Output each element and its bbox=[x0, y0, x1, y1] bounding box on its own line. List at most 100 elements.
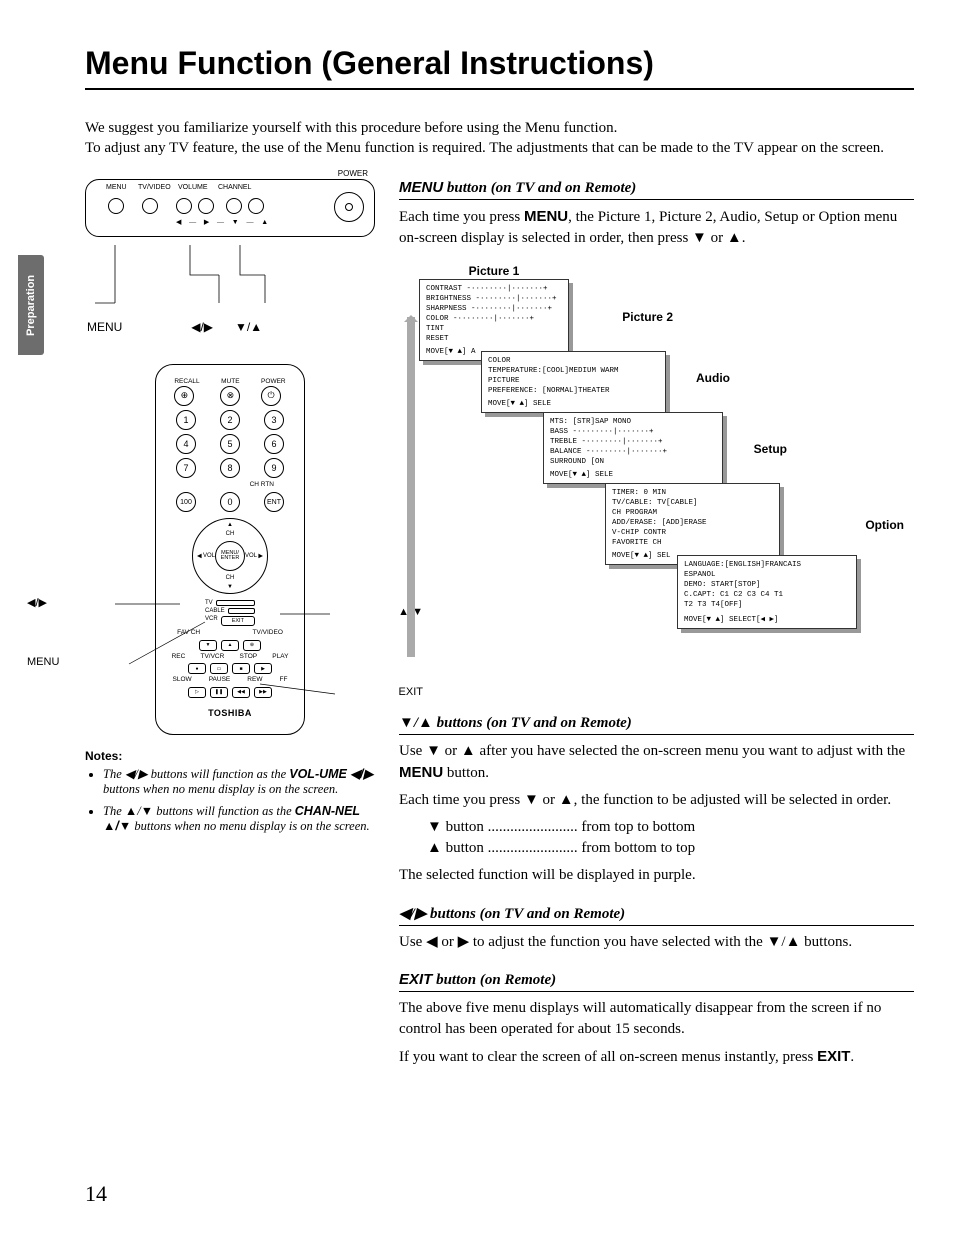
menu-picture2-title: Picture 2 bbox=[622, 310, 673, 324]
remote-num-1: 1 bbox=[176, 410, 196, 430]
remote-ff-icon: ▶▶ bbox=[254, 687, 272, 698]
menu-picture2: Picture 2 COLOR TEMPERATURE:[COOL]MEDIUM… bbox=[481, 351, 666, 414]
remote-ann-lr: ◀/▶ bbox=[27, 596, 47, 609]
audio-row1: BASS -········|·······+ bbox=[550, 427, 716, 437]
remote-tvvideo-icon: ⊕ bbox=[243, 640, 261, 651]
remote-lbl-recall: RECALL bbox=[174, 379, 199, 386]
remote-num-6: 6 bbox=[264, 434, 284, 454]
section-ud-list: ▼ button ........................ from t… bbox=[399, 817, 914, 859]
setup-row1: TV/CABLE: TV[CABLE] bbox=[612, 498, 773, 508]
remote-rew-icon: ◀◀ bbox=[232, 687, 250, 698]
option-foot: MOVE[▼ ▲] SELECT[◀ ▶] bbox=[684, 614, 850, 624]
audio-row2: TREBLE -········|·······+ bbox=[550, 437, 716, 447]
remote-slow-icon: ▷ bbox=[188, 687, 206, 698]
section-lr-heading: ◀/▶ buttons (on TV and on Remote) bbox=[399, 904, 914, 926]
remote-lbl-tvvcr: TV/VCR bbox=[200, 654, 224, 661]
tv-label-power: POWER bbox=[338, 169, 368, 178]
tv-label-tvvideo: TV/VIDEO bbox=[138, 184, 171, 191]
section-menu-para: Each time you press MENU, the Picture 1,… bbox=[399, 206, 914, 249]
remote-lbl-power: POWER bbox=[261, 379, 286, 386]
tv-leader-lines-icon bbox=[85, 245, 375, 315]
p2-row2: PICTURE bbox=[488, 376, 659, 386]
remote-lbl-favch: FAV CH bbox=[177, 630, 200, 637]
remote-btn-recall-icon: ⊕ bbox=[174, 386, 194, 406]
p1-row3: COLOR -········|·······+ bbox=[426, 314, 562, 324]
remote-num-0: 0 bbox=[220, 492, 240, 512]
option-row0: LANGUAGE:[ENGLISH]FRANCAIS bbox=[684, 560, 850, 570]
audio-row4: SURROUND [ON bbox=[550, 457, 716, 467]
intro-line2: To adjust any TV feature, the use of the… bbox=[85, 138, 914, 158]
remote-num-2: 2 bbox=[220, 410, 240, 430]
section-exit-p2: If you want to clear the screen of all o… bbox=[399, 1046, 914, 1068]
remote-stop-icon: ■ bbox=[232, 663, 250, 674]
remote-num-7: 7 bbox=[176, 458, 196, 478]
remote-pause-icon: ❚❚ bbox=[210, 687, 228, 698]
remote-fav-up-icon: ▲ bbox=[221, 640, 239, 651]
remote-tvvcr-icon: ▭ bbox=[210, 663, 228, 674]
tv-ann-menu: MENU bbox=[87, 320, 122, 334]
tv-annotations: MENU ◀/▶ ▼/▲ bbox=[85, 320, 375, 334]
p2-foot: MOVE[▼ ▲] SELE bbox=[488, 400, 659, 408]
tv-panel-diagram: MENU TV/VIDEO VOLUME CHANNEL POWER ◀ — ▶… bbox=[85, 179, 375, 237]
intro-line1: We suggest you familiarize yourself with… bbox=[85, 118, 914, 138]
setup-row2: CH PROGRAM bbox=[612, 508, 773, 518]
menu-option: Option LANGUAGE:[ENGLISH]FRANCAIS ESPANO… bbox=[677, 555, 857, 630]
tv-btn-tvvideo-icon bbox=[142, 198, 158, 214]
remote-slider-vcr: VCR bbox=[205, 616, 218, 626]
section-ud-p2: Each time you press ▼ or ▲, the function… bbox=[399, 790, 914, 811]
remote-num-5: 5 bbox=[220, 434, 240, 454]
page-number: 14 bbox=[85, 1181, 107, 1207]
menu-audio-title: Audio bbox=[696, 371, 730, 385]
section-ud-p1: Use ▼ or ▲ after you have selected the o… bbox=[399, 741, 914, 784]
remote-ann-menu: MENU bbox=[27, 656, 59, 668]
remote-num-8: 8 bbox=[220, 458, 240, 478]
p2-row1: TEMPERATURE:[COOL]MEDIUM WARM bbox=[488, 366, 659, 376]
remote-diagram: RECALL⊕ MUTE⊗ POWER⏻ 123 456 789 CH RTN … bbox=[155, 364, 305, 735]
page-title: Menu Function (General Instructions) bbox=[85, 45, 914, 90]
remote-slider-cable: CABLE bbox=[205, 608, 225, 614]
cascade-arrow-icon bbox=[407, 317, 415, 657]
remote-lbl-rew: REW bbox=[247, 677, 262, 684]
tv-label-channel: CHANNEL bbox=[218, 184, 251, 191]
tv-btn-vol-l-icon bbox=[176, 198, 192, 214]
p1-row1: BRIGHTNESS -········|·······+ bbox=[426, 294, 562, 304]
menu-picture1-title: Picture 1 bbox=[469, 264, 520, 278]
tv-btn-vol-r-icon bbox=[198, 198, 214, 214]
remote-btn-ent: ENT bbox=[264, 492, 284, 512]
audio-row3: BALANCE -········|·······+ bbox=[550, 447, 716, 457]
section-exit-p1: The above five menu displays will automa… bbox=[399, 998, 914, 1040]
remote-lbl-play: PLAY bbox=[272, 654, 288, 661]
p1-row4: TINT bbox=[426, 324, 562, 334]
option-row3: C.CAPT: C1 C2 C3 C4 T1 bbox=[684, 590, 850, 600]
remote-nav-ch-dn: CH bbox=[226, 575, 235, 581]
tv-label-volume: VOLUME bbox=[178, 184, 208, 191]
remote-btn-exit: EXIT bbox=[221, 616, 255, 626]
audio-row0: MTS: [STR]SAP MONO bbox=[550, 417, 716, 427]
notes: Notes: The ◀/▶ buttons will function as … bbox=[85, 749, 375, 836]
tv-btn-ch-u-icon bbox=[248, 198, 264, 214]
tv-power-button-icon bbox=[334, 192, 364, 222]
audio-foot: MOVE[▼ ▲] SELE bbox=[550, 471, 716, 479]
p2-row3: PREFERENCE: [NORMAL]THEATER bbox=[488, 386, 659, 396]
option-row4: T2 T3 T4[OFF] bbox=[684, 600, 850, 610]
section-ud-p3: The selected function will be displayed … bbox=[399, 865, 914, 886]
remote-lbl-ff: FF bbox=[280, 677, 288, 684]
menu-setup-title: Setup bbox=[754, 442, 787, 456]
remote-lbl-rec: REC bbox=[172, 654, 186, 661]
tv-label-menu: MENU bbox=[106, 184, 127, 191]
remote-btn-power-icon: ⏻ bbox=[261, 386, 281, 406]
p1-row0: CONTRAST -········|·······+ bbox=[426, 284, 562, 294]
intro: We suggest you familiarize yourself with… bbox=[85, 118, 914, 159]
ud-list-1: ▼ button ........................ from t… bbox=[399, 817, 914, 838]
notes-heading: Notes: bbox=[85, 749, 375, 763]
menu-picture1: Picture 1 CONTRAST -········|·······+ BR… bbox=[419, 279, 569, 362]
setup-row0: TIMER: 0 MIN bbox=[612, 488, 773, 498]
remote-slider-tv: TV bbox=[205, 600, 213, 606]
remote-btn-mute-icon: ⊗ bbox=[220, 386, 240, 406]
tv-ann-ud: ▼/▲ bbox=[235, 320, 262, 334]
setup-row5: FAVORITE CH bbox=[612, 538, 773, 548]
tv-arrow-hints-icon: ◀ — ▶ — ▼ — ▲ bbox=[176, 218, 271, 226]
tv-btn-menu-icon bbox=[108, 198, 124, 214]
sidebar-tab: Preparation bbox=[18, 255, 44, 355]
remote-nav-vol-l: VOL bbox=[203, 553, 215, 559]
